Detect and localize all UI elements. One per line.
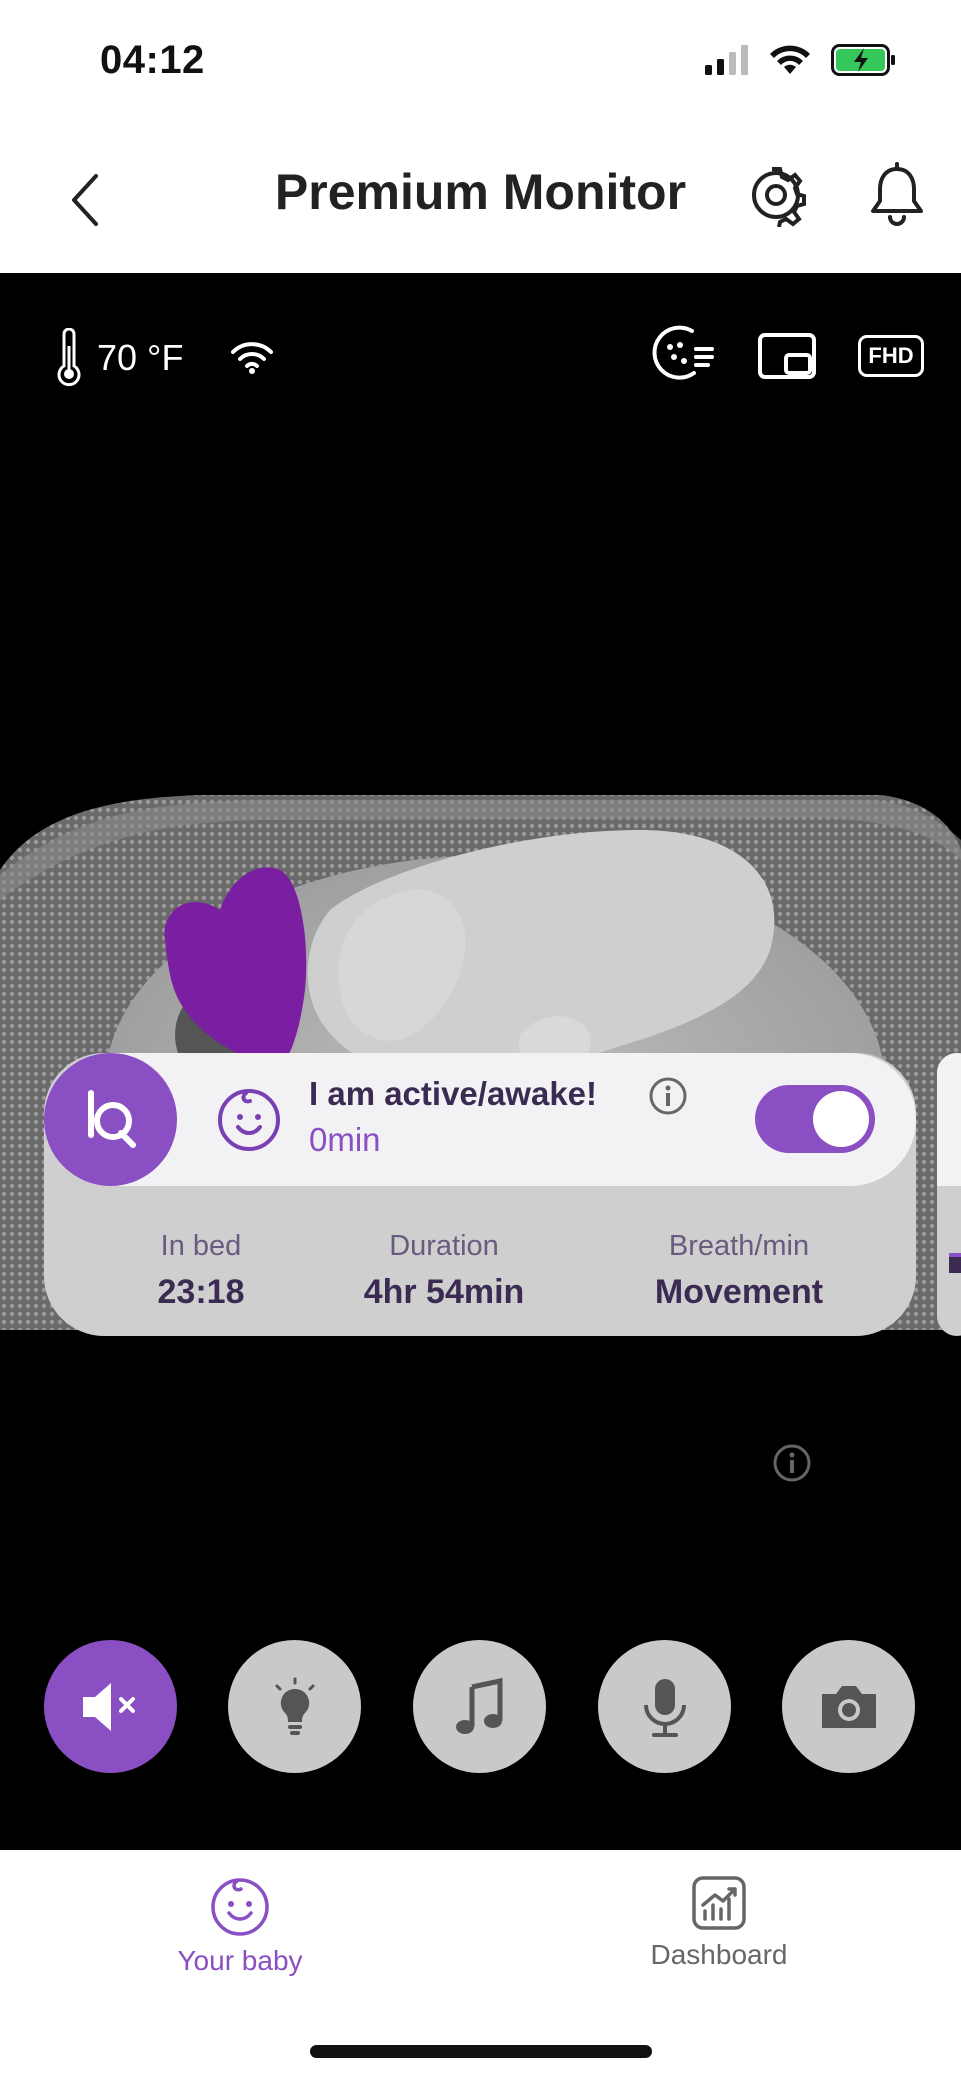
tab-your-baby-label: Your baby xyxy=(177,1945,303,1976)
status-icons xyxy=(705,44,897,76)
brand-logo[interactable] xyxy=(44,1053,177,1186)
page-title: Premium Monitor xyxy=(274,164,687,220)
mute-button[interactable] xyxy=(44,1640,177,1773)
stat-in-bed: In bed 23:18 xyxy=(116,1230,286,1312)
sleep-status-header: I am active/awake! 0min xyxy=(44,1053,916,1186)
dashboard-chart-icon xyxy=(692,1876,746,1930)
tab-your-baby[interactable]: Your baby xyxy=(90,1875,390,1977)
face-detection-icon[interactable] xyxy=(650,323,714,385)
state-toggle[interactable] xyxy=(755,1085,875,1153)
microphone-icon xyxy=(643,1678,686,1737)
status-time: 04:12 xyxy=(100,38,205,82)
breath-label: Breath/min xyxy=(668,1230,810,1262)
sleep-status-card: I am active/awake! 0min In bed 23:18 Dur… xyxy=(44,1053,916,1336)
breath-value: Movement xyxy=(654,1273,824,1311)
temperature-value: 70 °F xyxy=(97,337,184,378)
night-light-button[interactable] xyxy=(228,1640,361,1773)
state-duration: 0min xyxy=(309,1121,381,1158)
baby-icon xyxy=(211,1878,269,1936)
wifi-icon xyxy=(770,45,810,74)
camera-icon xyxy=(821,1685,876,1728)
nav-bar: Premium Monitor xyxy=(0,125,961,273)
tab-dashboard[interactable]: Dashboard xyxy=(569,1875,869,1971)
duration-label: Duration xyxy=(389,1230,499,1262)
next-card-top xyxy=(937,1053,961,1186)
stat-duration: Duration 4hr 54min xyxy=(334,1230,554,1312)
tab-dashboard-label: Dashboard xyxy=(650,1939,788,1970)
gear-icon xyxy=(752,167,806,228)
music-note-icon xyxy=(455,1677,502,1734)
cellular-signal-icon xyxy=(705,45,748,75)
next-card-peek[interactable] xyxy=(937,1053,961,1336)
speaker-muted-icon xyxy=(82,1682,135,1731)
home-indicator[interactable] xyxy=(310,2045,652,2058)
settings-button[interactable] xyxy=(744,163,808,228)
picture-in-picture-icon[interactable] xyxy=(758,333,816,379)
state-title: I am active/awake! xyxy=(309,1075,598,1112)
notifications-button[interactable] xyxy=(865,161,929,229)
in-bed-value: 23:18 xyxy=(157,1273,245,1311)
bell-icon xyxy=(871,162,923,226)
lightbulb-icon xyxy=(275,1677,314,1735)
duration-value: 4hr 54min xyxy=(363,1273,525,1311)
stat-breath: Breath/min Movement xyxy=(609,1230,869,1312)
toggle-knob xyxy=(813,1091,869,1147)
music-button[interactable] xyxy=(413,1640,546,1773)
control-buttons xyxy=(0,1640,961,1775)
baby-face-icon xyxy=(218,1089,280,1151)
breath-info-icon[interactable] xyxy=(773,1444,811,1482)
temperature-reading: 70 °F xyxy=(55,328,183,388)
fhd-button[interactable]: FHD xyxy=(858,335,924,377)
info-icon[interactable] xyxy=(649,1077,687,1115)
next-card-bar xyxy=(949,1253,961,1273)
camera-wifi-icon xyxy=(231,342,273,374)
video-overlay-top: 70 °F FHD xyxy=(0,323,961,393)
status-bar: 04:12 xyxy=(0,0,961,125)
in-bed-label: In bed xyxy=(160,1230,242,1262)
snapshot-button[interactable] xyxy=(782,1640,915,1773)
thermometer-icon xyxy=(57,328,81,387)
microphone-button[interactable] xyxy=(598,1640,731,1773)
brand-logo-icon xyxy=(87,1089,136,1148)
battery-charging-icon xyxy=(831,44,895,76)
